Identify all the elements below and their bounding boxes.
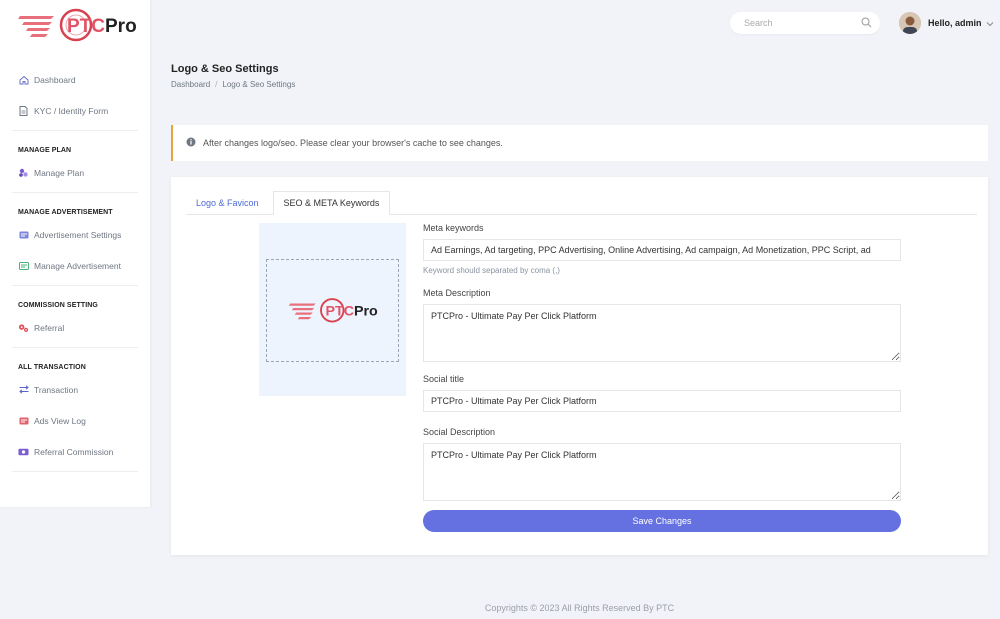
search-input[interactable] [744, 18, 854, 28]
sidebar-item-label: Referral Commission [34, 446, 114, 457]
sidebar-item-advertisement-settings[interactable]: Advertisement Settings [0, 219, 150, 250]
arrows-icon [18, 384, 29, 395]
sidebar-nav: Dashboard KYC / Identity Form MANAGE PLA… [0, 64, 150, 472]
footer-copyright: Copyrights © 2023 All Rights Reserved By… [484, 603, 675, 613]
layers-icon [18, 167, 29, 178]
sidebar-item-kyc[interactable]: KYC / Identity Form [0, 95, 150, 126]
ad-green-icon [18, 260, 29, 271]
cache-alert: After changes logo/seo. Please clear you… [171, 125, 988, 161]
sidebar-item-label: Manage Plan [34, 167, 85, 178]
tab-seo-meta-keywords[interactable]: SEO & META Keywords [272, 191, 391, 215]
meta-description-label: Meta Description [423, 288, 491, 298]
page-title: Logo & Seo Settings [171, 63, 279, 75]
section-heading: MANAGE PLAN [18, 147, 72, 154]
sidebar-item-referral[interactable]: Referral [0, 312, 150, 343]
sidebar-item-label: Dashboard [34, 74, 76, 85]
sidebar-item-dashboard[interactable]: Dashboard [0, 64, 150, 95]
sidebar-item-label: Transaction [34, 384, 79, 395]
user-greeting[interactable]: Hello, admin [928, 18, 982, 28]
search-box [730, 12, 880, 34]
preview-logo-name: PTCPro [325, 303, 378, 319]
seo-form: Meta keywords Ad Earnings, Ad targeting,… [423, 223, 901, 532]
breadcrumb-dashboard[interactable]: Dashboard [171, 80, 210, 89]
gears-icon [18, 322, 29, 333]
tab-bar: Logo & Favicon SEO & META Keywords [186, 191, 977, 215]
sidebar-item-label: Manage Advertisement [34, 260, 121, 271]
social-title-label: Social title [423, 374, 465, 384]
sidebar-item-ads-view-log[interactable]: Ads View Log [0, 405, 150, 436]
info-icon [186, 137, 196, 149]
divider [12, 471, 138, 472]
sidebar-item-label: Referral [34, 322, 65, 333]
sidebar: PTCPro Dashboard KYC / Identity Form MAN… [0, 0, 150, 507]
sidebar-item-referral-commission[interactable]: Referral Commission [0, 436, 150, 467]
sidebar-item-manage-plan[interactable]: Manage Plan [0, 157, 150, 188]
meta-keywords-input[interactable]: Ad Earnings, Ad targeting, PPC Advertisi… [423, 239, 901, 261]
image-upload-area[interactable]: PTCPro [266, 259, 399, 362]
social-title-input[interactable]: PTCPro - Ultimate Pay Per Click Platform [423, 390, 901, 412]
money-icon [18, 446, 29, 457]
ad-icon [18, 229, 29, 240]
social-description-textarea[interactable]: PTCPro - Ultimate Pay Per Click Platform [423, 443, 901, 501]
sidebar-item-label: Ads View Log [34, 415, 86, 426]
avatar[interactable] [899, 12, 921, 34]
preview-logo: PTCPro [288, 297, 378, 322]
ad-red-icon [18, 415, 29, 426]
seo-image-preview: PTCPro [259, 223, 406, 396]
breadcrumb: Dashboard / Logo & Seo Settings [171, 80, 295, 89]
meta-keywords-help: Keyword should separated by coma (,) [423, 266, 560, 275]
brand-name: PTCPro [67, 16, 136, 37]
document-icon [18, 105, 29, 116]
home-icon [18, 74, 29, 85]
sidebar-item-label: Advertisement Settings [34, 229, 122, 240]
sidebar-item-manage-advertisement[interactable]: Manage Advertisement [0, 250, 150, 281]
save-changes-button[interactable]: Save Changes [423, 510, 901, 532]
tab-logo-favicon[interactable]: Logo & Favicon [186, 191, 269, 215]
alert-text: After changes logo/seo. Please clear you… [203, 138, 503, 148]
brand-logo[interactable]: PTCPro [18, 6, 136, 46]
social-description-label: Social Description [423, 427, 496, 437]
meta-description-textarea[interactable]: PTCPro - Ultimate Pay Per Click Platform [423, 304, 901, 362]
section-heading: ALL TRANSACTION [18, 364, 86, 371]
breadcrumb-current: Logo & Seo Settings [222, 80, 296, 89]
breadcrumb-separator: / [215, 80, 218, 89]
sidebar-item-transaction[interactable]: Transaction [0, 374, 150, 405]
user-menu[interactable]: Hello, admin [899, 12, 994, 34]
sidebar-item-label: KYC / Identity Form [34, 105, 109, 116]
settings-card: Logo & Favicon SEO & META Keywords PTCPr… [171, 177, 988, 555]
section-heading: COMMISSION SETTING [18, 302, 98, 309]
section-heading: MANAGE ADVERTISEMENT [18, 209, 113, 216]
chevron-down-icon[interactable] [986, 16, 994, 30]
meta-keywords-label: Meta keywords [423, 223, 484, 233]
search-icon[interactable] [861, 17, 872, 31]
